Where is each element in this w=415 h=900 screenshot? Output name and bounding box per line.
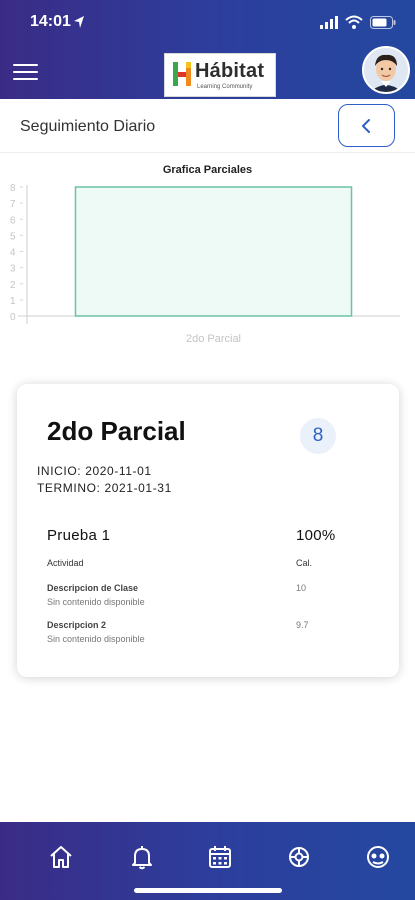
start-date-label: INICIO: <box>37 464 82 478</box>
y-tick-label: 6 <box>10 215 16 226</box>
home-icon[interactable] <box>48 844 74 870</box>
calendar-icon[interactable] <box>207 844 233 870</box>
support-icon[interactable] <box>365 844 391 870</box>
status-bar: 14:01 <box>0 12 415 34</box>
y-tick-label: 7 <box>10 199 16 210</box>
parcial-card: 2do Parcial 8 INICIO: 2020-11-01 TERMINO:… <box>17 384 399 677</box>
activity-grade: 10 <box>296 583 307 593</box>
activity-grade: 9.7 <box>296 620 309 630</box>
y-tick-label: 3 <box>10 264 16 275</box>
y-tick-label: 0 <box>10 312 16 323</box>
y-tick-label: 8 <box>10 183 16 194</box>
top-header: 14:01 Hábitat Learning Community <box>0 0 415 99</box>
grades-chart: Grafica Parciales 0 1 2 3 4 5 6 7 8 2do Parcial <box>0 160 415 350</box>
hamburger-menu-icon[interactable] <box>13 64 38 82</box>
chart-svg: 0 1 2 3 4 5 6 7 8 2do Parcial <box>10 183 400 345</box>
settings-icon[interactable] <box>286 844 312 870</box>
grade-badge: 8 <box>300 418 336 454</box>
y-tick-label: 5 <box>10 231 16 242</box>
test-name: Prueba 1 <box>47 527 111 544</box>
start-date-value: 2020-11-01 <box>85 464 152 478</box>
status-time: 14:01 <box>30 13 71 30</box>
cal-column-header: Cal. <box>296 558 313 568</box>
activity-description: Sin contenido disponible <box>47 634 145 644</box>
activity-description: Sin contenido disponible <box>47 597 145 607</box>
x-tick-label: 2do Parcial <box>186 333 241 345</box>
logo-h-icon <box>173 62 191 86</box>
activity-column-header: Actividad <box>47 558 84 568</box>
test-percent: 100% <box>296 527 336 544</box>
cellular-signal-icon <box>320 16 338 29</box>
end-date-label: TERMINO: <box>37 481 101 495</box>
activity-title: Descripcion 2 <box>47 620 107 630</box>
start-date: INICIO: 2020-11-01 <box>37 464 152 478</box>
home-indicator[interactable] <box>134 888 282 893</box>
end-date-value: 2021-01-31 <box>104 481 172 495</box>
card-title: 2do Parcial <box>47 416 186 446</box>
bell-icon[interactable] <box>129 844 155 870</box>
location-arrow-icon <box>74 16 84 28</box>
activity-title: Descripcion de Clase <box>47 583 139 593</box>
end-date: TERMINO: 2021-01-31 <box>37 481 172 495</box>
back-button[interactable] <box>338 104 395 147</box>
page-title: Seguimiento Diario <box>20 118 156 135</box>
y-tick-label: 1 <box>10 296 16 307</box>
y-tick-label: 2 <box>10 280 16 291</box>
sub-header: Seguimiento Diario <box>0 99 415 153</box>
y-tick-label: 4 <box>10 248 16 259</box>
avatar-face-icon <box>364 48 408 92</box>
bar <box>74 186 353 317</box>
user-avatar[interactable] <box>362 46 410 94</box>
chevron-left-icon <box>362 119 370 133</box>
habitat-logo: Hábitat Learning Community <box>164 53 276 97</box>
wifi-icon <box>345 15 363 29</box>
battery-icon <box>370 16 396 29</box>
logo-subtitle: Learning Community <box>197 84 253 90</box>
logo-wordmark: Hábitat <box>195 60 265 82</box>
